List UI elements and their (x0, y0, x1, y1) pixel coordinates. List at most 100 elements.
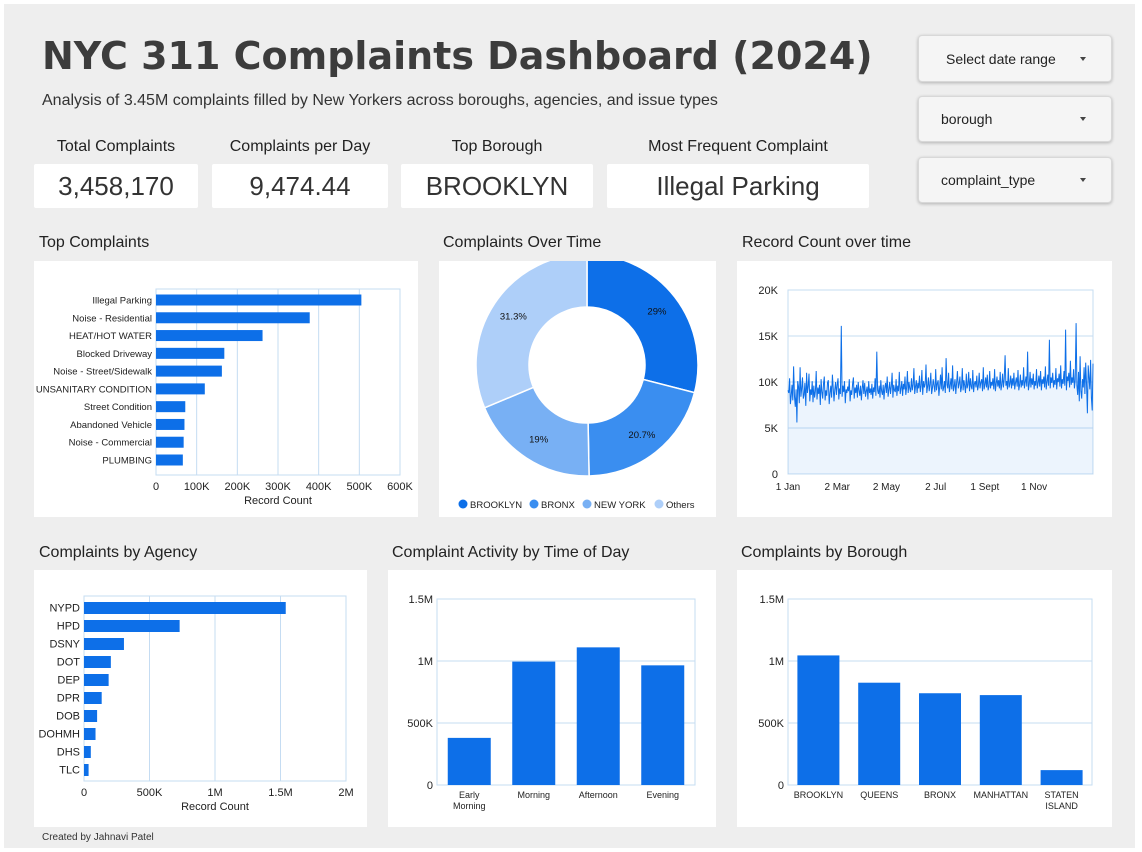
x-tick-label: 100K (184, 481, 210, 493)
category-label: Noise - Street/Sidewalk (53, 367, 152, 378)
y-tick-label: 0 (772, 469, 778, 481)
record-count-card: 0 5K 10K 15K 20K 1 Jan 2 Mar 2 May 2 Jul 1 Sept 1 … (737, 261, 1112, 517)
bar (576, 647, 620, 785)
time-of-day-bar-chart: 0500K1M1.5MEarlyMorningMorning Afternoon E… (407, 594, 696, 811)
bar (156, 330, 263, 342)
page-subtitle: Analysis of 3.45M complaints filled by N… (42, 92, 718, 109)
x-tick-label: 1 Nov (1021, 482, 1047, 493)
bar (84, 764, 89, 776)
slice-label: 29% (647, 306, 667, 317)
x-tick-label: 0 (153, 481, 159, 493)
legend-swatch (458, 499, 468, 509)
x-tick-label: 400K (306, 481, 332, 493)
slice-label: 31.3% (500, 311, 527, 322)
x-tick-label: 1.5M (268, 787, 292, 799)
category-label: Morning (517, 790, 550, 800)
category-label: Early (459, 790, 480, 800)
x-tick-label: 1M (207, 787, 222, 799)
bar (84, 692, 102, 704)
legend-swatch (582, 499, 592, 509)
time-of-day-title: Complaint Activity by Time of Day (392, 544, 630, 561)
footer-credit: Created by Jahnavi Patel (42, 832, 154, 843)
category-label: STATEN (1045, 790, 1079, 800)
bar (156, 401, 186, 413)
category-label: PLUMBING (102, 456, 152, 467)
x-axis-label: Record Count (244, 495, 312, 507)
category-label: DPR (57, 693, 80, 705)
top-complaints-card: 0 100K 200K 300K 400K 500K 600K Illegal Parking… (34, 261, 418, 517)
legend-swatch (529, 499, 539, 509)
kpi-top-borough-label: Top Borough (451, 138, 543, 155)
bar (447, 737, 491, 785)
bar (84, 638, 124, 650)
bar (979, 695, 1022, 785)
borough-filter[interactable]: borough (918, 96, 1112, 142)
bar (84, 620, 180, 632)
time-of-day-card: 0 500K 1M 1.5M Early Morning Morning Afternoon E… (388, 570, 716, 827)
x-tick-label: 1 Jan (776, 482, 800, 493)
category-label: Morning (453, 801, 486, 811)
slice-label: 19% (529, 435, 549, 446)
category-label: NYPD (49, 603, 80, 615)
y-tick-label: 0 (427, 780, 433, 792)
category-label: DSNY (49, 639, 80, 651)
bar (858, 682, 901, 785)
category-label: Illegal Parking (92, 296, 152, 307)
date-range-selector[interactable]: Select date range (918, 35, 1112, 82)
x-tick-label: 500K (346, 481, 372, 493)
x-tick-label: 300K (265, 481, 291, 493)
category-label: Afternoon (579, 790, 618, 800)
category-label: DEP (57, 675, 80, 687)
kpi-total-value: 3,458,170 (34, 164, 198, 208)
bar (84, 674, 109, 686)
y-tick-label: 0 (778, 780, 784, 792)
bar (156, 347, 225, 359)
x-tick-label: 2 Mar (824, 482, 850, 493)
category-label: HPD (57, 621, 80, 633)
legend-swatch (654, 499, 664, 509)
bar (156, 294, 362, 306)
bar (156, 365, 222, 377)
y-tick-label: 500K (758, 718, 784, 730)
chevron-down-icon (1080, 178, 1086, 182)
y-tick-label: 15K (758, 331, 778, 343)
x-tick-label: 0 (81, 787, 87, 799)
legend-label: BROOKLYN (470, 500, 522, 511)
x-tick-label: 2 Jul (925, 482, 946, 493)
category-label: DOHMH (38, 729, 80, 741)
by-agency-card: 0 500K 1M 1.5M 2M NYPD HPD DSNY DOT DEP DPR DOB DOHM… (34, 570, 367, 827)
bar (84, 746, 91, 758)
x-axis-label: Record Count (181, 801, 249, 813)
category-label: Noise - Residential (72, 313, 152, 324)
y-tick-label: 1.5M (760, 594, 784, 606)
y-tick-label: 20K (758, 285, 778, 297)
top-complaints-title: Top Complaints (39, 234, 150, 251)
borough-donut-chart: 29% 20.7% 19% 31.3% BROOKLYN BRONX NEW YORK Oth… (458, 253, 699, 511)
y-tick-label: 10K (758, 377, 778, 389)
category-label: BROOKLYN (794, 790, 843, 800)
complaint-type-filter[interactable]: complaint_type (918, 157, 1112, 203)
bar (156, 312, 310, 324)
category-label: Noise - Commercial (69, 438, 152, 449)
kpi-top-complaint-label: Most Frequent Complaint (648, 138, 828, 155)
legend-label: Others (666, 500, 695, 511)
donut-slice (587, 378, 696, 477)
by-borough-card: 0 500K 1M 1.5M BROOKLYN QUEENS BRONX MANHATTAN S… (737, 570, 1112, 827)
y-tick-label: 1.5M (409, 594, 433, 606)
category-label: BRONX (924, 790, 956, 800)
slice-label: 20.7% (628, 430, 655, 441)
bar (156, 383, 205, 395)
x-tick-label: 200K (224, 481, 250, 493)
bar (84, 728, 96, 740)
kpi-per-day-label: Complaints per Day (229, 138, 371, 155)
category-label: DOB (56, 711, 80, 723)
y-tick-label: 5K (765, 423, 779, 435)
bar (797, 655, 840, 785)
page-title: NYC 311 Complaints Dashboard (2024) (42, 34, 873, 78)
bar (156, 454, 183, 466)
record-count-line-chart: 0 5K 10K 15K 20K 1 Jan 2 Mar 2 May 2 Jul 1 Sept 1 … (758, 285, 1094, 493)
bar (641, 665, 685, 785)
category-label: DHS (57, 747, 80, 759)
bar (156, 418, 185, 430)
legend-label: NEW YORK (594, 500, 646, 511)
